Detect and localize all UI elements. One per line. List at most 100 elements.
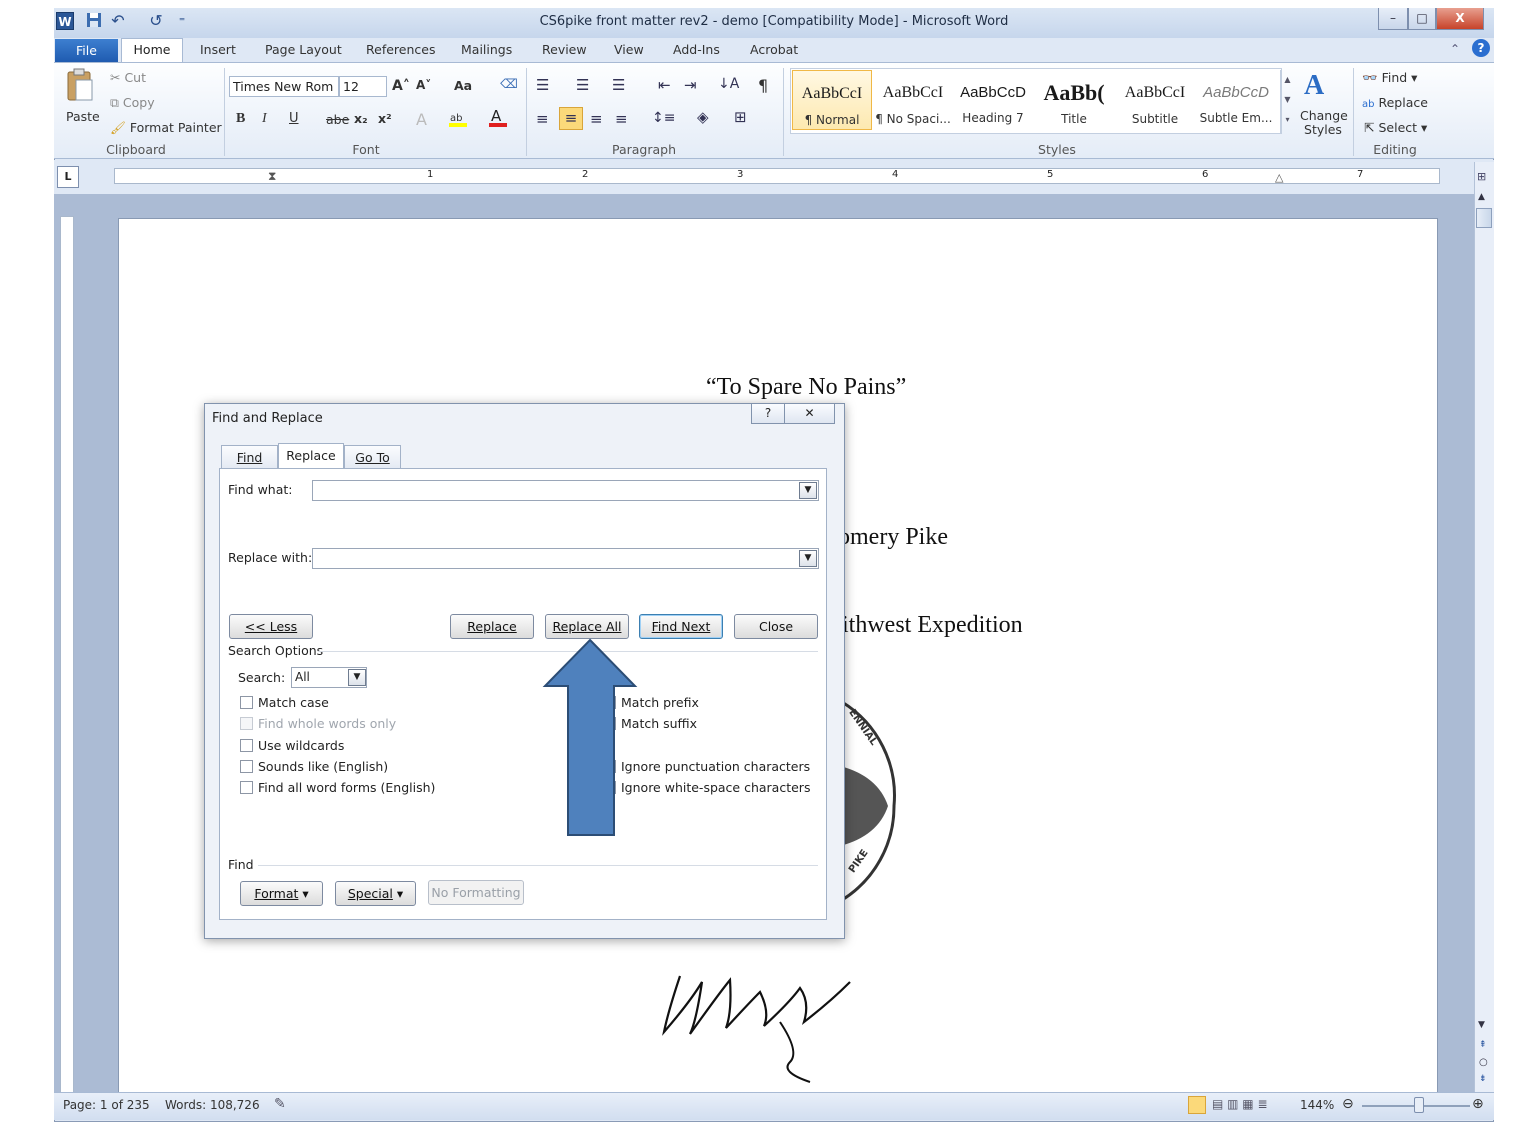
find-what-input[interactable] bbox=[312, 480, 819, 501]
print-layout-icon[interactable] bbox=[1188, 1096, 1206, 1114]
right-indent-marker[interactable]: △ bbox=[1275, 171, 1283, 184]
whole-words-checkbox[interactable] bbox=[240, 717, 253, 730]
style-no-spacing[interactable]: AaBbCcI ¶ No Spaci... bbox=[873, 70, 953, 130]
tab-page-layout[interactable]: Page Layout bbox=[261, 40, 346, 60]
style-title[interactable]: AaBb(Title bbox=[1034, 70, 1114, 130]
clear-formatting-icon[interactable]: ⌫ bbox=[500, 76, 518, 91]
decrease-indent-icon[interactable]: ⇤ bbox=[658, 76, 671, 94]
maximize-button[interactable]: □ bbox=[1408, 8, 1436, 30]
align-right-icon[interactable]: ≡ bbox=[590, 110, 603, 128]
browse-object-icon[interactable]: ○ bbox=[1479, 1057, 1488, 1068]
change-case-icon[interactable]: Aa bbox=[454, 78, 472, 93]
help-icon[interactable]: ? bbox=[1472, 39, 1490, 57]
align-center-icon[interactable]: ≡ bbox=[559, 107, 583, 130]
replace-button[interactable]: ab Replace bbox=[1362, 95, 1428, 110]
tab-review[interactable]: Review bbox=[538, 40, 591, 60]
scroll-thumb[interactable] bbox=[1476, 208, 1492, 228]
change-styles-icon[interactable]: A bbox=[1304, 70, 1324, 102]
styles-scroll[interactable]: ▲ ▼ ▾ bbox=[1280, 70, 1294, 134]
scroll-down-icon[interactable]: ▼ bbox=[1478, 1020, 1485, 1030]
style-subtle-emphasis[interactable]: AaBbCcD Subtle Em... bbox=[1196, 70, 1276, 130]
cut-button[interactable]: ✂ Cut bbox=[110, 70, 146, 85]
paste-icon[interactable] bbox=[64, 68, 96, 107]
vertical-scrollbar[interactable] bbox=[1474, 162, 1494, 1092]
view-ruler-icon[interactable]: ⊞ bbox=[1477, 170, 1486, 183]
format-button[interactable]: Format ▾ bbox=[240, 881, 323, 906]
zoom-thumb[interactable] bbox=[1414, 1097, 1424, 1113]
horizontal-ruler[interactable]: 1 2 3 4 5 6 7 ⧗ △ bbox=[114, 168, 1440, 184]
style-subtitle[interactable]: AaBbCcI Subtitle bbox=[1115, 70, 1195, 130]
replace-all-button[interactable]: Replace All bbox=[545, 614, 629, 639]
word-forms-checkbox[interactable] bbox=[240, 781, 253, 794]
strikethrough-button[interactable]: abe bbox=[326, 112, 349, 127]
tab-acrobat[interactable]: Acrobat bbox=[746, 40, 802, 60]
tab-goto[interactable]: Go To bbox=[344, 445, 401, 469]
search-dropdown-arrow[interactable]: ▼ bbox=[348, 669, 366, 686]
show-marks-icon[interactable]: ¶ bbox=[758, 76, 768, 95]
borders-icon[interactable]: ⊞ bbox=[734, 108, 747, 126]
dialog-close-button[interactable]: ✕ bbox=[785, 404, 835, 424]
word-count[interactable]: Words: 108,726 bbox=[165, 1098, 260, 1112]
indent-marker[interactable]: ⧗ bbox=[268, 169, 276, 184]
replace-one-button[interactable]: Replace bbox=[450, 614, 534, 639]
format-painter-button[interactable]: 🖌 Format Painter bbox=[110, 120, 222, 136]
superscript-button[interactable]: x² bbox=[378, 111, 392, 126]
justify-icon[interactable]: ≡ bbox=[615, 110, 628, 128]
zoom-in-icon[interactable]: ⊕ bbox=[1472, 1096, 1484, 1112]
tab-selector[interactable]: L bbox=[57, 166, 79, 188]
proofing-icon[interactable]: ✎ bbox=[274, 1096, 286, 1112]
dialog-help-button[interactable]: ? bbox=[751, 404, 785, 424]
highlight-icon[interactable]: ab bbox=[448, 110, 470, 128]
copy-button[interactable]: ⧉ Copy bbox=[110, 95, 155, 111]
previous-page-icon[interactable]: ⇞ bbox=[1479, 1040, 1487, 1050]
change-styles-button[interactable]: Change Styles bbox=[1300, 109, 1348, 137]
zoom-level[interactable]: 144% bbox=[1300, 1098, 1334, 1112]
style-normal[interactable]: AaBbCcI ¶ Normal bbox=[792, 70, 872, 130]
increase-indent-icon[interactable]: ⇥ bbox=[684, 76, 697, 94]
customize-qat-icon[interactable]: ⁼ bbox=[172, 11, 192, 31]
font-color-icon[interactable]: A bbox=[488, 107, 510, 128]
tab-mailings[interactable]: Mailings bbox=[457, 40, 516, 60]
page-count[interactable]: Page: 1 of 235 bbox=[63, 1098, 150, 1112]
italic-button[interactable]: I bbox=[262, 111, 267, 127]
tab-home[interactable]: Home bbox=[121, 38, 183, 63]
tab-references[interactable]: References bbox=[362, 40, 439, 60]
multilevel-list-icon[interactable]: ☰ bbox=[612, 76, 625, 94]
tab-insert[interactable]: Insert bbox=[196, 40, 240, 60]
tab-view[interactable]: View bbox=[610, 40, 648, 60]
sort-icon[interactable]: ↓A bbox=[718, 76, 739, 92]
numbering-icon[interactable]: ☰ bbox=[576, 76, 589, 94]
close-button[interactable]: Close bbox=[734, 614, 818, 639]
minimize-button[interactable]: – bbox=[1378, 8, 1408, 30]
text-effects-icon[interactable]: A bbox=[416, 110, 427, 129]
special-button[interactable]: Special ▾ bbox=[335, 881, 416, 906]
save-icon[interactable] bbox=[84, 11, 104, 31]
underline-button[interactable]: U bbox=[289, 111, 299, 126]
align-left-icon[interactable]: ≡ bbox=[536, 110, 549, 128]
style-heading-7[interactable]: AaBbCcD Heading 7 bbox=[953, 70, 1033, 130]
no-formatting-button[interactable]: No Formatting bbox=[428, 880, 524, 905]
shading-icon[interactable]: ◈ bbox=[697, 108, 709, 126]
find-button[interactable]: 👓 Find ▾ bbox=[1362, 70, 1417, 86]
tab-find[interactable]: Find bbox=[221, 445, 278, 469]
bullets-icon[interactable]: ☰ bbox=[536, 76, 549, 94]
font-size-box[interactable]: 12 bbox=[339, 76, 387, 97]
tab-file[interactable]: File bbox=[55, 39, 118, 62]
scroll-up-icon[interactable]: ▲ bbox=[1478, 192, 1485, 202]
zoom-out-icon[interactable]: ⊖ bbox=[1342, 1096, 1354, 1112]
tab-add-ins[interactable]: Add-Ins bbox=[669, 40, 724, 60]
sounds-like-checkbox[interactable] bbox=[240, 760, 253, 773]
replace-with-input[interactable] bbox=[312, 548, 819, 569]
replace-dropdown-arrow[interactable]: ▼ bbox=[799, 550, 817, 567]
wildcards-checkbox[interactable] bbox=[240, 739, 253, 752]
bold-button[interactable]: B bbox=[236, 111, 245, 127]
view-buttons[interactable]: ▤ ▥ ▦ ≣ bbox=[1212, 1097, 1268, 1111]
minimize-ribbon-icon[interactable]: ⌃ bbox=[1450, 42, 1460, 56]
subscript-button[interactable]: x₂ bbox=[354, 111, 368, 126]
next-page-icon[interactable]: ⇟ bbox=[1479, 1074, 1487, 1084]
match-case-checkbox[interactable] bbox=[240, 696, 253, 709]
paste-button[interactable]: Paste bbox=[66, 109, 100, 124]
undo-icon[interactable]: ↶ bbox=[108, 11, 128, 31]
redo-icon[interactable]: ↺ bbox=[146, 11, 166, 31]
shrink-font-icon[interactable]: A˅ bbox=[416, 78, 431, 92]
